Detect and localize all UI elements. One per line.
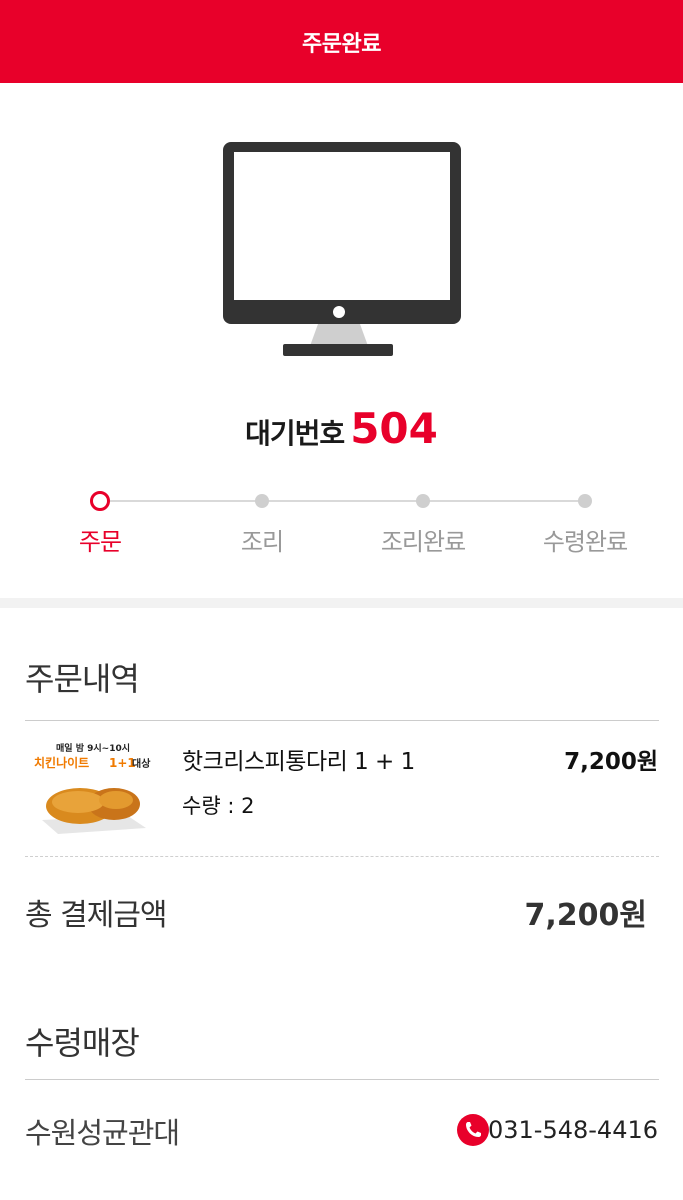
step-label: 조리완료 — [380, 528, 466, 556]
order-section-title: 주문내역 — [25, 660, 140, 698]
step-order: 주문 — [40, 490, 160, 557]
divider — [25, 1079, 659, 1080]
step-cooking: 조리 — [202, 490, 322, 557]
store-section-title: 수령매장 — [25, 1024, 140, 1062]
section-gap — [0, 598, 683, 608]
menu-item-price: 7,200원 — [564, 749, 658, 775]
phone-icon[interactable] — [457, 1114, 489, 1146]
image-banner-suffix: 대상 — [132, 757, 151, 770]
step-dot — [578, 494, 592, 508]
step-cooked: 조리완료 — [363, 490, 483, 557]
monitor-icon — [223, 142, 461, 356]
waiting-number-row: 대기번호 504 — [0, 404, 683, 453]
step-label: 수령완료 — [542, 528, 628, 556]
waiting-label: 대기번호 — [245, 417, 345, 450]
order-progress: 주문 조리 조리완료 수령완료 — [0, 490, 683, 560]
store-name: 수원성균관대 — [25, 1116, 180, 1150]
step-active-dot — [90, 491, 110, 511]
step-label: 주문 — [78, 528, 122, 556]
step-dot — [255, 494, 269, 508]
waiting-number: 504 — [350, 404, 438, 453]
dotted-divider — [25, 856, 659, 857]
progress-line — [100, 500, 585, 502]
step-dot — [416, 494, 430, 508]
menu-item-quantity: 수량 : 2 — [182, 794, 255, 818]
store-phone-link[interactable]: 031-548-4416 — [488, 1116, 658, 1144]
menu-item-name: 핫크리스피통다리 1 + 1 — [182, 749, 415, 775]
page-title: 주문완료 — [302, 31, 381, 57]
app-header: 주문완료 — [0, 0, 683, 83]
total-label: 총 결제금액 — [25, 898, 168, 933]
step-label: 조리 — [240, 528, 284, 556]
total-value: 7,200원 — [524, 898, 648, 933]
image-banner-top: 매일 밤 9시~10시 — [56, 742, 130, 754]
divider — [25, 720, 659, 721]
step-received: 수령완료 — [525, 490, 645, 557]
menu-item-image: 매일 밤 9시~10시 치킨나이트 1+1 대상 — [34, 742, 151, 834]
image-banner-main: 치킨나이트 — [34, 755, 89, 770]
